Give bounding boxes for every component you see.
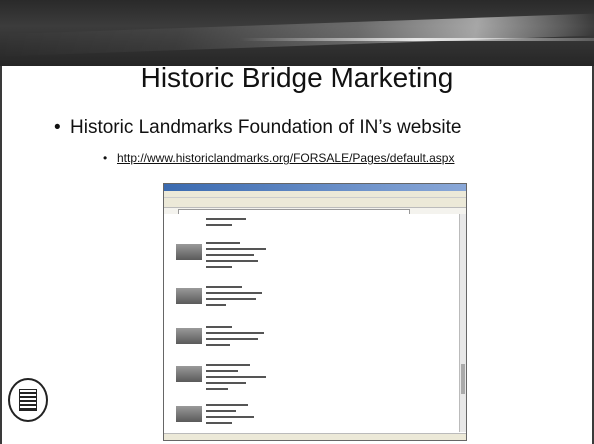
- listing-line: [206, 266, 232, 268]
- browser-menubar: [164, 191, 466, 198]
- browser-content: [164, 214, 460, 432]
- listing-line: [206, 344, 230, 346]
- header-swoosh-line: [240, 38, 594, 41]
- listing-line: [206, 388, 228, 390]
- listing-line: [206, 286, 242, 288]
- listing-line: [206, 410, 236, 412]
- listing-line: [206, 422, 232, 424]
- listing-line: [206, 332, 264, 334]
- listing-line: [206, 224, 232, 226]
- scrollbar-thumb: [461, 364, 465, 394]
- listing-line: [206, 370, 238, 372]
- slide: Historic Bridge Marketing • Historic Lan…: [0, 0, 594, 444]
- listing-line: [206, 326, 232, 328]
- browser-toolbar: [164, 198, 466, 208]
- browser-scrollbar: [459, 214, 466, 432]
- listing-thumbnail: [176, 244, 202, 260]
- bullet-text: Historic Landmarks Foundation of IN’s we…: [70, 117, 462, 138]
- listing-line: [206, 382, 246, 384]
- header-swoosh: [0, 13, 594, 57]
- sub-bullet-item: • http://www.historiclandmarks.org/FORSA…: [103, 150, 557, 166]
- listing-line: [206, 260, 258, 262]
- slide-title: Historic Bridge Marketing: [140, 62, 454, 93]
- browser-screenshot: [163, 183, 467, 441]
- listing-line: [206, 218, 246, 220]
- sub-bullet-dot: •: [103, 151, 108, 165]
- listing-line: [206, 292, 262, 294]
- header-band: [0, 0, 594, 66]
- bullet-dot: •: [54, 117, 61, 138]
- listing-line: [206, 242, 240, 244]
- listing-line: [206, 254, 254, 256]
- listing-item: [176, 238, 286, 278]
- organization-seal-icon: [8, 378, 48, 422]
- listing-line: [206, 364, 250, 366]
- listing-item: [176, 400, 286, 432]
- listing-line: [206, 304, 226, 306]
- listing-thumbnail: [176, 288, 202, 304]
- listing-item: [176, 322, 286, 354]
- listing-line: [206, 298, 256, 300]
- listing-line: [206, 404, 248, 406]
- browser-statusbar: [164, 433, 466, 440]
- listing-line: [206, 248, 266, 250]
- listing-thumbnail: [176, 406, 202, 422]
- listing-item: [176, 282, 286, 314]
- seal-emblem: [19, 389, 37, 411]
- listing-thumbnail: [176, 366, 202, 382]
- bullet-item: • Historic Landmarks Foundation of IN’s …: [54, 117, 462, 139]
- frame-left: [0, 66, 2, 444]
- listing-line: [206, 416, 254, 418]
- website-link[interactable]: http://www.historiclandmarks.org/FORSALE…: [117, 151, 454, 165]
- listing-thumbnail: [176, 328, 202, 344]
- listing-item: [176, 360, 286, 396]
- listing-line: [206, 376, 266, 378]
- browser-titlebar: [164, 184, 466, 191]
- listing-line: [206, 338, 258, 340]
